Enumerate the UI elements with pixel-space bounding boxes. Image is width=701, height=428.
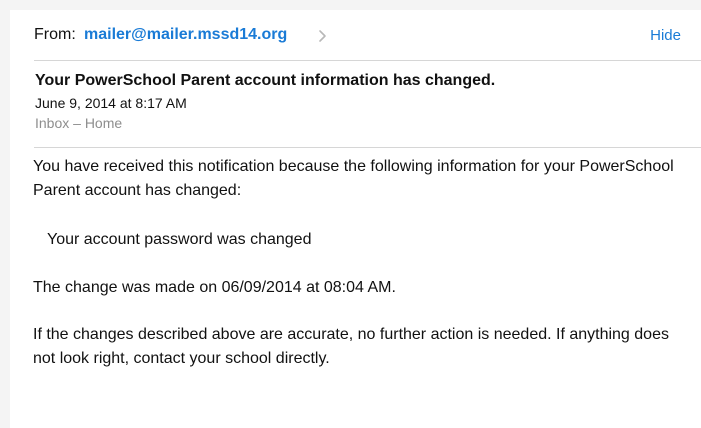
from-label: From: bbox=[34, 26, 76, 43]
mailbox-label: Inbox – Home bbox=[35, 115, 123, 131]
email-subject: Your PowerSchool Parent account informat… bbox=[35, 72, 496, 89]
email-body-paragraph: The change was made on 06/09/2014 at 08:… bbox=[33, 279, 396, 296]
email-body-paragraph: If the changes described above are accur… bbox=[33, 326, 669, 367]
email-body-paragraph: You have received this notification beca… bbox=[33, 158, 674, 199]
header-divider bbox=[34, 60, 701, 61]
hide-details-button[interactable]: Hide bbox=[650, 27, 681, 44]
email-date: June 9, 2014 at 8:17 AM bbox=[35, 95, 187, 111]
subject-divider bbox=[34, 147, 701, 148]
email-body-indented-line: Your account password was changed bbox=[47, 231, 312, 248]
chevron-right-icon[interactable] bbox=[316, 28, 330, 44]
email-message-panel: From: mailer@mailer.mssd14.org Hide Your… bbox=[10, 10, 701, 428]
email-header: From: mailer@mailer.mssd14.org Hide bbox=[34, 24, 701, 48]
sender-address-link[interactable]: mailer@mailer.mssd14.org bbox=[84, 26, 287, 44]
